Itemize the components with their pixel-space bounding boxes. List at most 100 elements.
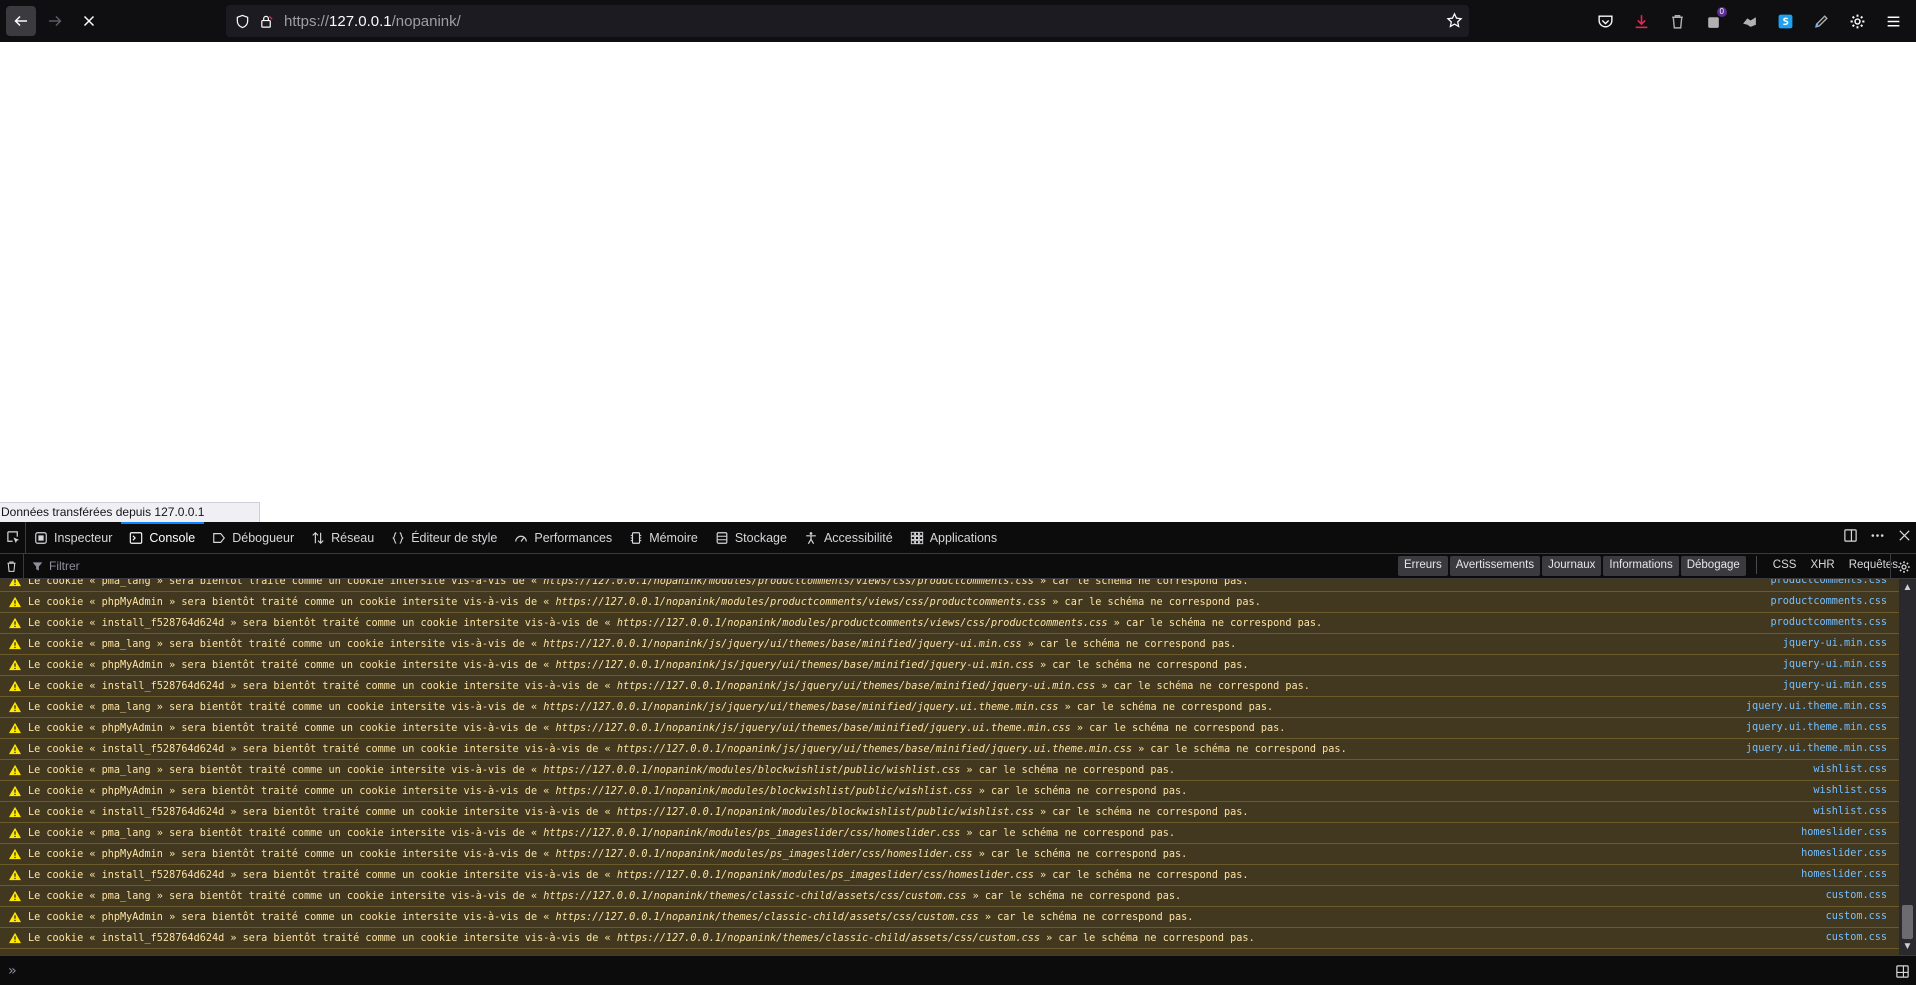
console-warning-row[interactable]: Le cookie « phpMyAdmin » sera bientôt tr… — [0, 592, 1899, 613]
source-link[interactable]: homeslider.css — [1801, 848, 1887, 859]
filter-errors-button[interactable]: Erreurs — [1398, 556, 1448, 576]
filter-input[interactable]: Filtrer — [32, 559, 1132, 573]
console-warning-row[interactable]: Le cookie « install_f528764d624d » sera … — [0, 928, 1899, 949]
browser-toolbar: https://127.0.0.1/nopanink/ 0 — [0, 0, 1916, 42]
source-link[interactable]: custom.css — [1826, 932, 1887, 943]
console-input[interactable]: » — [0, 955, 1916, 985]
filter-xhr-button[interactable]: XHR — [1804, 556, 1840, 576]
warning-icon — [9, 848, 21, 860]
filter-logs-button[interactable]: Journaux — [1542, 556, 1602, 576]
console-warning-row[interactable]: Le cookie « install_f528764d624d » sera … — [0, 613, 1899, 634]
pocket-icon[interactable] — [1594, 10, 1616, 32]
tab-console[interactable]: Console — [121, 521, 205, 554]
element-picker-button[interactable] — [2, 521, 26, 554]
source-link[interactable]: jquery-ui.min.css — [1783, 638, 1887, 649]
trash-icon[interactable] — [1666, 10, 1688, 32]
source-link[interactable]: jquery-ui.min.css — [1783, 680, 1887, 691]
console-filter-bar: Filtrer Erreurs Avertissements Journaux … — [0, 553, 1916, 579]
source-link[interactable]: homeslider.css — [1801, 827, 1887, 838]
console-warning-row[interactable]: Le cookie « pma_lang » sera bientôt trai… — [0, 760, 1899, 781]
picker-icon — [7, 531, 20, 544]
filter-css-button[interactable]: CSS — [1767, 556, 1803, 576]
filter-debug-button[interactable]: Débogage — [1680, 556, 1746, 576]
extension-icon[interactable]: 0 — [1702, 7, 1727, 32]
source-link[interactable]: jquery-ui.min.css — [1783, 659, 1887, 670]
dock-side-icon[interactable] — [1843, 528, 1858, 548]
editor-mode-icon[interactable] — [1895, 964, 1910, 984]
console-warning-row[interactable]: Le cookie « phpMyAdmin » sera bientôt tr… — [0, 844, 1899, 865]
clear-console-button[interactable] — [0, 553, 24, 579]
source-link[interactable]: productcomments.css — [1770, 617, 1887, 628]
pen-icon[interactable] — [1810, 10, 1832, 32]
stop-button[interactable] — [74, 6, 104, 36]
warning-icon — [9, 680, 21, 692]
tab-accessibility[interactable]: Accessibilité — [796, 522, 902, 554]
scroll-up-icon[interactable]: ▲ — [1902, 582, 1913, 593]
console-settings-button[interactable] — [1890, 554, 1916, 579]
console-warning-row[interactable]: Le cookie « phpMyAdmin » sera bientôt tr… — [0, 718, 1899, 739]
console-warning-row[interactable]: Le cookie « pma_lang » sera bientôt trai… — [0, 823, 1899, 844]
warning-icon — [9, 764, 21, 776]
console-scrollbar[interactable]: ▲ ▼ — [1899, 579, 1916, 955]
menu-icon[interactable] — [1882, 10, 1904, 32]
console-warning-row[interactable]: Le cookie « phpMyAdmin » sera bientôt tr… — [0, 907, 1899, 928]
source-link[interactable]: wishlist.css — [1813, 806, 1887, 817]
url-text[interactable]: https://127.0.0.1/nopanink/ — [284, 13, 461, 30]
tab-performance[interactable]: Performances — [506, 522, 621, 554]
source-link[interactable]: custom.css — [1826, 911, 1887, 922]
forward-button[interactable] — [40, 6, 70, 36]
gear-icon[interactable] — [1846, 10, 1868, 32]
source-link[interactable]: productcomments.css — [1770, 579, 1887, 586]
warning-icon — [9, 869, 21, 881]
source-link[interactable]: jquery.ui.theme.min.css — [1746, 743, 1887, 754]
back-button[interactable] — [6, 6, 36, 36]
tab-applications[interactable]: Applications — [902, 522, 1006, 554]
status-panel: Données transférées depuis 127.0.0.1 — [0, 502, 260, 522]
source-link[interactable]: wishlist.css — [1813, 764, 1887, 775]
download-icon[interactable] — [1630, 10, 1652, 32]
console-warning-row[interactable]: Le cookie « install_f528764d624d » sera … — [0, 865, 1899, 886]
warning-icon — [9, 638, 21, 650]
tab-network[interactable]: Réseau — [303, 522, 383, 554]
tab-style-editor[interactable]: Éditeur de style — [383, 522, 506, 554]
filter-warnings-button[interactable]: Avertissements — [1449, 556, 1541, 576]
console-warning-row[interactable]: Le cookie « install_f528764d624d » sera … — [0, 676, 1899, 697]
console-warning-row[interactable]: Le cookie « pma_lang » sera bientôt trai… — [0, 634, 1899, 655]
scroll-down-icon[interactable]: ▼ — [1902, 941, 1913, 952]
console-warning-row[interactable]: Le cookie « install_f528764d624d » sera … — [0, 802, 1899, 823]
addon-icon[interactable] — [1738, 10, 1760, 32]
tab-memory[interactable]: Mémoire — [621, 522, 707, 554]
debugger-icon — [213, 532, 226, 543]
lock-icon[interactable] — [258, 13, 274, 29]
tab-inspector[interactable]: Inspecteur — [26, 522, 121, 554]
source-link[interactable]: custom.css — [1826, 890, 1887, 901]
devtools-tabbar: Inspecteur Console Débogueur Réseau Édit… — [0, 521, 1916, 554]
shield-icon[interactable] — [234, 13, 250, 29]
filter-info-button[interactable]: Informations — [1603, 556, 1679, 576]
console-warning-row[interactable]: Le cookie « phpMyAdmin » sera bientôt tr… — [0, 655, 1899, 676]
console-warning-row[interactable]: Le cookie « pma_lang » sera bientôt trai… — [0, 697, 1899, 718]
warning-icon — [9, 701, 21, 713]
source-link[interactable]: jquery.ui.theme.min.css — [1746, 701, 1887, 712]
braces-icon — [392, 531, 404, 544]
warning-message: Le cookie « install_f528764d624d » sera … — [28, 617, 1323, 629]
console-warning-row[interactable]: Le cookie « phpMyAdmin » sera bientôt tr… — [0, 781, 1899, 802]
star-icon[interactable] — [1446, 12, 1463, 34]
source-link[interactable]: jquery.ui.theme.min.css — [1746, 722, 1887, 733]
url-bar[interactable]: https://127.0.0.1/nopanink/ — [226, 5, 1469, 37]
tab-debugger[interactable]: Débogueur — [204, 522, 303, 554]
warning-message: Le cookie « install_f528764d624d » sera … — [28, 806, 1249, 818]
skype-icon[interactable] — [1774, 10, 1796, 32]
more-options-icon[interactable] — [1870, 528, 1885, 548]
inspector-icon — [35, 531, 47, 544]
source-link[interactable]: wishlist.css — [1813, 785, 1887, 796]
console-output: Le cookie « pma_lang » sera bientôt trai… — [0, 579, 1899, 955]
tab-storage[interactable]: Stockage — [707, 522, 796, 554]
source-link[interactable]: homeslider.css — [1801, 869, 1887, 880]
console-warning-row[interactable]: Le cookie « install_f528764d624d » sera … — [0, 739, 1899, 760]
close-devtools-icon[interactable] — [1897, 528, 1912, 548]
scrollbar-thumb[interactable] — [1902, 905, 1913, 939]
console-warning-row[interactable]: Le cookie « pma_lang » sera bientôt trai… — [0, 886, 1899, 907]
source-link[interactable]: productcomments.css — [1770, 596, 1887, 607]
console-warning-row[interactable]: Le cookie « pma_lang » sera bientôt trai… — [0, 579, 1899, 592]
